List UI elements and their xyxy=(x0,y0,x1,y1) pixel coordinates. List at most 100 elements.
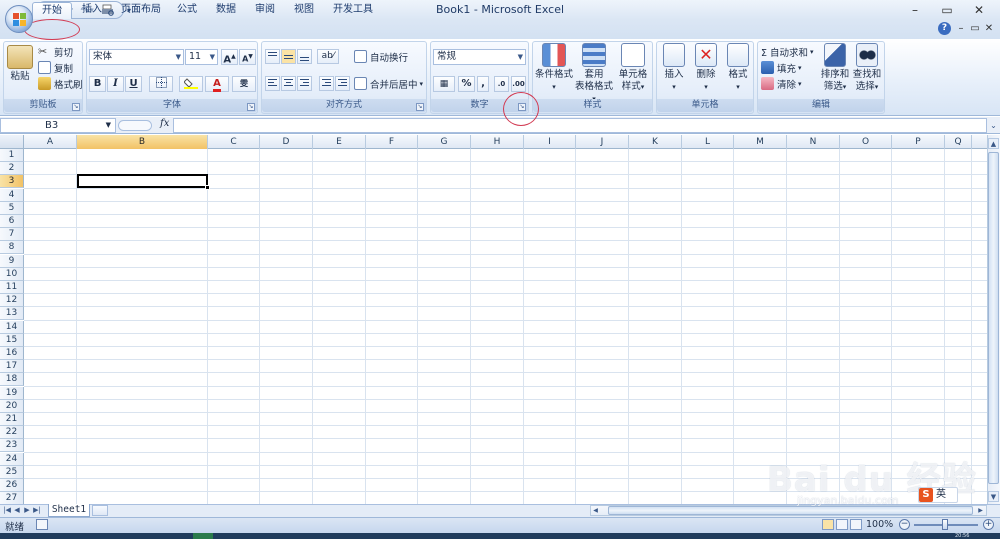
macro-record-icon[interactable] xyxy=(36,519,48,530)
column-header-d[interactable]: D xyxy=(260,135,313,149)
column-header-h[interactable]: H xyxy=(471,135,524,149)
formula-toggle[interactable] xyxy=(118,120,152,131)
scroll-left-icon[interactable]: ◀ xyxy=(591,506,600,515)
align-right-button[interactable] xyxy=(297,76,312,91)
ribbon-close-button[interactable]: ✕ xyxy=(982,20,996,37)
insert-function-icon[interactable]: fx xyxy=(160,118,169,129)
zoom-out-icon[interactable]: − xyxy=(899,519,910,530)
row-header-13[interactable]: 13 xyxy=(0,307,24,321)
percent-button[interactable]: % xyxy=(458,76,475,92)
fill-handle[interactable] xyxy=(205,185,210,190)
last-sheet-icon[interactable]: ▶| xyxy=(32,505,42,516)
grow-font-button[interactable]: A▲ xyxy=(221,49,238,65)
accounting-format-button[interactable]: ▦ xyxy=(433,76,455,92)
row-header-24[interactable]: 24 xyxy=(0,452,24,466)
comma-button[interactable]: , xyxy=(477,76,489,92)
clipboard-launcher-icon[interactable]: ↘ xyxy=(72,103,80,111)
row-header-1[interactable]: 1 xyxy=(0,149,24,162)
column-header-n[interactable]: N xyxy=(787,135,840,149)
row-header-14[interactable]: 14 xyxy=(0,320,24,334)
column-header-j[interactable]: J xyxy=(576,135,629,149)
bold-button[interactable]: B xyxy=(89,76,106,92)
vertical-scroll-thumb[interactable] xyxy=(988,152,999,484)
tab-review[interactable]: 审阅 xyxy=(246,2,284,19)
row-header-9[interactable]: 9 xyxy=(0,254,24,268)
row-header-11[interactable]: 11 xyxy=(0,281,24,294)
tab-home[interactable]: 开始 xyxy=(32,2,72,19)
merge-center-button[interactable]: 合并后居中 ▾ xyxy=(354,76,423,91)
page-layout-view-icon[interactable] xyxy=(836,519,848,530)
row-header-17[interactable]: 17 xyxy=(0,360,24,374)
row-header-3[interactable]: 3 xyxy=(0,175,24,189)
row-header-16[interactable]: 16 xyxy=(0,347,24,360)
scroll-up-icon[interactable]: ▲ xyxy=(988,138,999,149)
tab-data[interactable]: 数据 xyxy=(207,2,245,19)
insert-sheet-icon[interactable] xyxy=(92,505,108,516)
underline-button[interactable]: U xyxy=(125,76,142,92)
scroll-right-icon[interactable]: ▶ xyxy=(976,506,985,515)
insert-cells-button[interactable]: 插入 ▾ xyxy=(659,43,689,93)
normal-view-icon[interactable] xyxy=(822,519,834,530)
ribbon-minimize-button[interactable]: – xyxy=(954,20,968,37)
fill-button[interactable]: 填充 ▾ xyxy=(761,60,802,75)
row-header-26[interactable]: 26 xyxy=(0,479,24,492)
align-top-button[interactable] xyxy=(265,49,280,64)
tab-view[interactable]: 视图 xyxy=(285,2,323,19)
column-header-e[interactable]: E xyxy=(313,135,366,149)
tab-insert[interactable]: 插入 xyxy=(73,2,111,19)
format-painter-button[interactable]: 格式刷 xyxy=(38,76,83,91)
orientation-button[interactable]: ab⁄ xyxy=(317,49,339,64)
sheet-tab-sheet1[interactable]: Sheet1 xyxy=(48,504,90,517)
format-cells-button[interactable]: 格式 ▾ xyxy=(723,43,753,93)
column-header-i[interactable]: I xyxy=(524,135,576,149)
align-center-button[interactable] xyxy=(281,76,296,91)
autosum-button[interactable]: Σ 自动求和 ▾ xyxy=(761,44,814,59)
column-header-k[interactable]: K xyxy=(629,135,682,149)
column-header-o[interactable]: O xyxy=(840,135,892,149)
borders-button[interactable] xyxy=(149,76,173,92)
font-name-combo[interactable]: 宋体 ▼ xyxy=(89,49,184,65)
restore-button[interactable]: ▭ xyxy=(934,1,960,18)
tab-page-layout[interactable]: 页面布局 xyxy=(112,2,170,19)
paste-button[interactable]: 粘贴 xyxy=(7,45,33,83)
ime-indicator[interactable]: S英 xyxy=(918,487,958,503)
italic-button[interactable]: I xyxy=(107,76,124,92)
clear-button[interactable]: 清除 ▾ xyxy=(761,76,802,91)
decrease-decimal-button[interactable]: .00 xyxy=(511,76,526,92)
column-header-f[interactable]: F xyxy=(366,135,418,149)
align-left-button[interactable] xyxy=(265,76,280,91)
column-header-m[interactable]: M xyxy=(734,135,787,149)
name-box-dropdown-icon[interactable]: ▼ xyxy=(106,119,111,132)
row-header-25[interactable]: 25 xyxy=(0,465,24,479)
phonetic-button[interactable]: 雯 xyxy=(232,76,256,92)
column-header-g[interactable]: G xyxy=(418,135,471,149)
office-button[interactable] xyxy=(5,5,33,33)
row-header-6[interactable]: 6 xyxy=(0,215,24,228)
row-header-2[interactable]: 2 xyxy=(0,162,24,176)
row-header-20[interactable]: 20 xyxy=(0,399,24,413)
row-header-23[interactable]: 23 xyxy=(0,439,24,453)
zoom-slider-thumb[interactable] xyxy=(942,519,948,530)
increase-decimal-button[interactable]: .0 xyxy=(494,76,509,92)
next-sheet-icon[interactable]: ▶ xyxy=(22,505,32,516)
select-all-button[interactable] xyxy=(0,135,24,149)
fill-color-button[interactable] xyxy=(179,76,203,92)
zoom-level[interactable]: 100% xyxy=(866,519,893,530)
formula-input[interactable] xyxy=(173,118,987,133)
expand-formula-icon[interactable]: ⌄ xyxy=(988,118,999,133)
row-header-10[interactable]: 10 xyxy=(0,267,24,281)
column-header-l[interactable]: L xyxy=(682,135,734,149)
increase-indent-button[interactable] xyxy=(335,76,350,91)
page-break-view-icon[interactable] xyxy=(850,519,862,530)
zoom-in-icon[interactable]: + xyxy=(983,519,994,530)
row-header-15[interactable]: 15 xyxy=(0,333,24,347)
font-size-combo[interactable]: 11 ▼ xyxy=(185,49,218,65)
column-header-c[interactable]: C xyxy=(208,135,260,149)
shrink-font-button[interactable]: A▼ xyxy=(239,49,256,65)
column-header-q[interactable]: Q xyxy=(945,135,972,149)
first-sheet-icon[interactable]: |◀ xyxy=(2,505,12,516)
horizontal-scroll-thumb[interactable] xyxy=(608,506,973,515)
copy-button[interactable]: 复制 xyxy=(38,60,73,75)
cut-button[interactable]: ✂ 剪切 xyxy=(38,44,73,59)
name-box[interactable]: B3 ▼ xyxy=(0,118,116,133)
